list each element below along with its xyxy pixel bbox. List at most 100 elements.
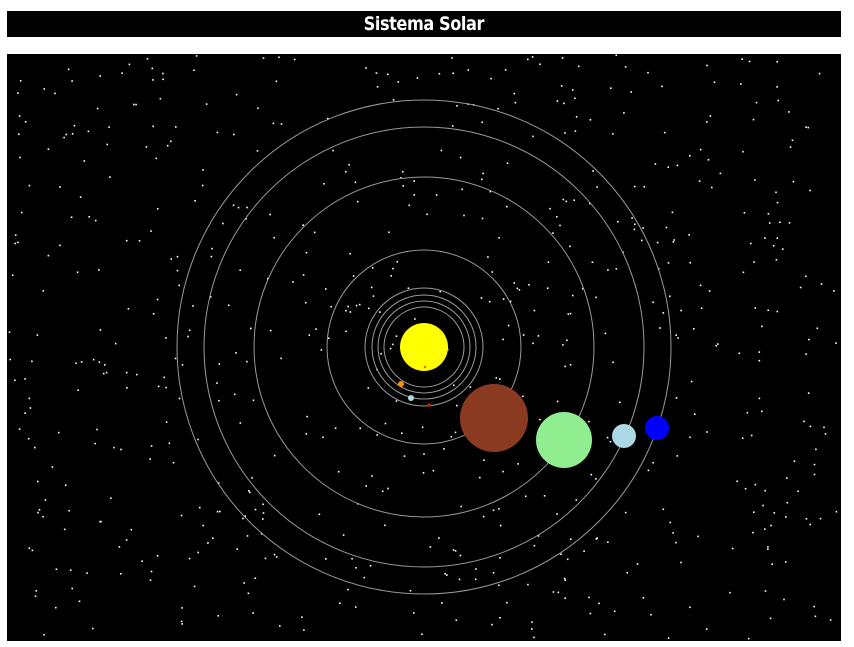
star [539,63,541,66]
star [83,160,86,162]
star [246,535,249,537]
star [217,615,219,617]
star [94,219,97,222]
star [168,442,171,445]
star [779,221,781,223]
star [159,97,162,100]
star [698,180,701,182]
star [813,473,816,476]
star [216,510,219,513]
star [35,590,38,592]
star [805,126,807,128]
star [262,512,265,514]
planet-earth [408,395,414,401]
star [250,327,252,330]
star [352,275,355,277]
star [413,194,416,196]
star [592,170,594,172]
star [761,325,763,328]
star [532,135,534,138]
star [239,422,242,424]
star [365,67,367,69]
star [768,222,771,224]
star [18,115,21,117]
star [114,342,117,345]
star [547,261,550,263]
star [24,378,26,380]
star [776,61,778,63]
star [460,505,462,508]
star [19,156,21,159]
star [469,386,472,388]
star [612,133,614,135]
star [708,290,711,292]
star [753,261,755,263]
star [498,508,500,510]
star [747,637,750,640]
star [162,72,164,75]
star [613,610,616,613]
star [235,352,237,354]
star [711,186,713,189]
star [175,126,177,128]
star [233,133,235,136]
solar-system-canvas [7,54,841,641]
star [569,364,572,366]
star [280,357,282,360]
star [275,556,278,558]
star [170,140,172,143]
star [141,560,143,562]
star [17,92,19,94]
star [252,399,255,402]
star [667,637,670,639]
star [647,71,649,74]
star [458,578,461,581]
star [729,591,731,594]
star [14,242,16,245]
star [304,301,307,304]
star [671,211,674,214]
star [396,261,399,263]
star [569,245,571,248]
star [539,418,541,421]
star [34,595,37,598]
star [455,619,458,621]
star [452,72,454,75]
star [667,262,670,264]
star [376,434,378,436]
star [591,261,594,263]
star [518,289,521,291]
star [559,224,561,227]
star [569,538,572,540]
star [750,434,753,437]
star [397,81,400,83]
star [669,295,671,298]
star [459,156,462,159]
star [125,239,128,242]
star [633,185,636,188]
star [57,431,60,434]
star [694,413,696,415]
star [517,463,519,465]
star [243,582,245,584]
star [254,577,257,579]
star [829,619,832,621]
star [181,364,184,366]
star [805,353,807,355]
star [308,334,311,336]
star [813,605,815,608]
star [92,358,95,361]
star [71,133,74,135]
star [688,234,690,236]
star [278,56,280,59]
star [14,379,16,382]
star [37,511,39,514]
star [615,268,618,270]
star [152,79,154,81]
star [369,565,372,567]
star [269,329,272,332]
star [452,549,455,551]
star [676,164,679,167]
star [675,397,678,399]
star [754,483,757,486]
